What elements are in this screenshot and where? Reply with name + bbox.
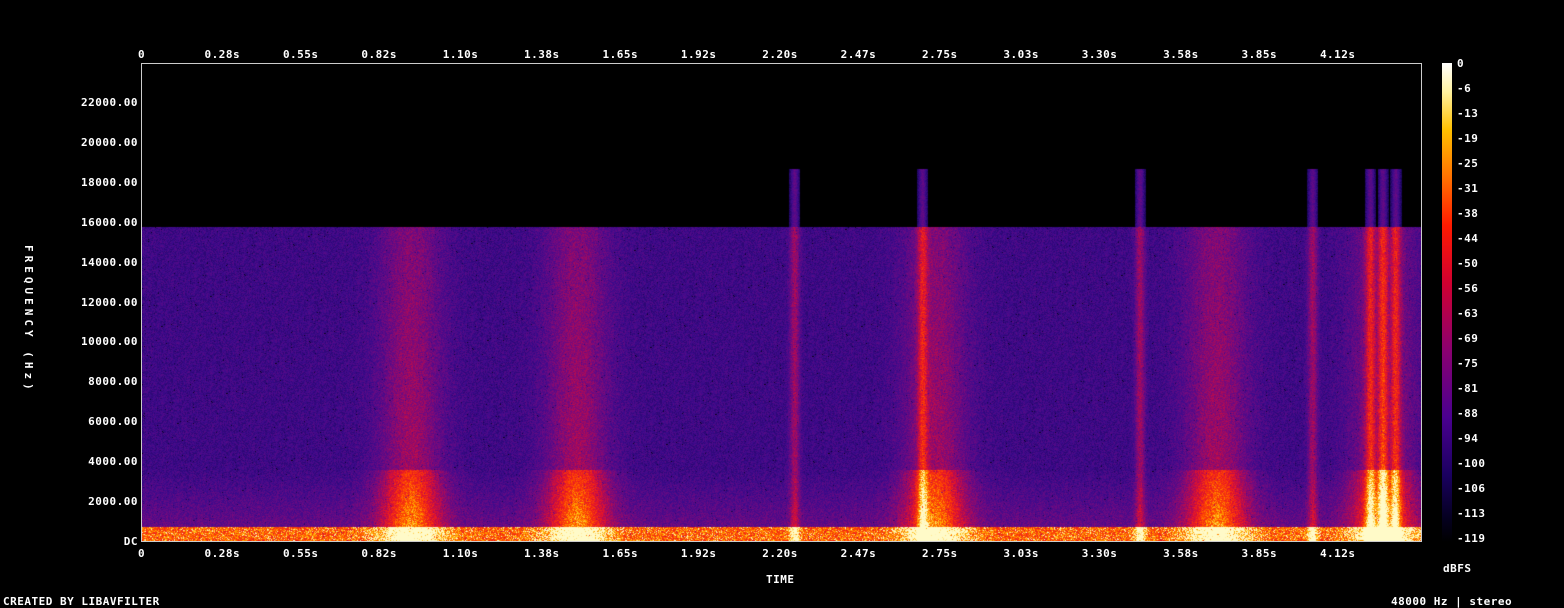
x-tick-top: 2.47s <box>840 48 877 61</box>
colorbar-tick: -63 <box>1457 307 1479 320</box>
colorbar-tick: -6 <box>1457 82 1472 95</box>
x-tick-top: 0.82s <box>361 48 397 61</box>
colorbar-tick: -44 <box>1457 232 1479 245</box>
colorbar-tick: 0 <box>1457 57 1465 70</box>
x-tick-top: 1.92s <box>680 48 717 61</box>
colorbar-tick: -56 <box>1457 282 1479 295</box>
y-tick: 12000.00 <box>81 295 138 309</box>
colorbar-label: dBFS <box>1443 562 1472 575</box>
colorbar-tick: -106 <box>1457 482 1486 495</box>
x-tick-bottom: 2.20s <box>762 547 798 560</box>
colorbar-tick: -81 <box>1457 382 1479 395</box>
x-tick-bottom: 0.28s <box>204 547 241 560</box>
x-tick-top: 0.28s <box>204 48 241 61</box>
y-tick: 20000.00 <box>81 135 138 149</box>
x-tick-top: 1.38s <box>524 48 560 61</box>
x-tick-bottom: 1.65s <box>602 547 639 560</box>
x-tick-bottom: 3.03s <box>1003 547 1039 560</box>
colorbar-tick: -25 <box>1457 157 1479 170</box>
colorbar-tick: -100 <box>1457 457 1486 470</box>
y-tick: 10000.00 <box>81 335 138 349</box>
y-tick: 4000.00 <box>88 455 138 469</box>
x-tick-top: 0 <box>138 48 146 61</box>
x-tick-top: 3.58s <box>1163 48 1199 61</box>
x-tick-bottom: 3.30s <box>1081 547 1118 560</box>
colorbar-tick: -31 <box>1457 182 1479 195</box>
colorbar-tick: -69 <box>1457 332 1479 345</box>
x-tick-bottom: 3.85s <box>1241 547 1278 560</box>
x-tick-bottom: 1.10s <box>442 547 479 560</box>
colorbar-tick: -113 <box>1457 507 1486 520</box>
x-tick-top: 3.03s <box>1003 48 1039 61</box>
colorbar-tick: -19 <box>1457 132 1479 145</box>
colorbar-tick: -94 <box>1457 432 1479 445</box>
x-tick-top: 0.55s <box>282 48 319 61</box>
x-tick-bottom: 1.92s <box>680 547 717 560</box>
x-tick-bottom: 4.12s <box>1319 547 1356 560</box>
spectrogram-canvas <box>142 64 1421 541</box>
y-tick: 8000.00 <box>88 375 138 389</box>
x-tick-top: 3.30s <box>1081 48 1118 61</box>
x-tick-bottom: 0 <box>138 547 146 560</box>
x-tick-top: 4.12s <box>1319 48 1356 61</box>
x-tick-bottom: 1.38s <box>524 547 560 560</box>
spectrogram-plot <box>141 63 1422 542</box>
colorbar-tick: -119 <box>1457 532 1486 545</box>
colorbar <box>1442 63 1452 542</box>
colorbar-tick: -75 <box>1457 357 1479 370</box>
x-tick-bottom: 0.82s <box>361 547 397 560</box>
y-tick: DC <box>123 535 138 548</box>
x-tick-top: 3.85s <box>1241 48 1278 61</box>
y-tick: 2000.00 <box>88 495 138 509</box>
y-tick: 14000.00 <box>81 255 138 269</box>
x-tick-bottom: 2.47s <box>840 547 877 560</box>
x-tick-top: 2.20s <box>762 48 798 61</box>
y-axis-label: FREQUENCY (Hz) <box>22 245 35 394</box>
x-tick-bottom: 0.55s <box>282 547 319 560</box>
x-axis-label: TIME <box>766 573 795 586</box>
colorbar-tick: -38 <box>1457 207 1479 220</box>
x-tick-bottom: 3.58s <box>1163 547 1199 560</box>
format-info: 48000 Hz | stereo <box>1391 595 1513 608</box>
x-tick-top: 1.65s <box>602 48 639 61</box>
y-tick: 18000.00 <box>81 175 138 189</box>
x-tick-bottom: 2.75s <box>921 547 958 560</box>
y-tick: 22000.00 <box>81 95 138 109</box>
y-tick: 16000.00 <box>81 215 138 229</box>
colorbar-tick: -88 <box>1457 407 1479 420</box>
credit-text: CREATED BY LIBAVFILTER <box>3 595 160 608</box>
colorbar-tick: -50 <box>1457 257 1479 270</box>
x-tick-top: 1.10s <box>442 48 479 61</box>
colorbar-tick: -13 <box>1457 107 1479 120</box>
y-tick: 6000.00 <box>88 415 138 429</box>
x-tick-top: 2.75s <box>921 48 958 61</box>
